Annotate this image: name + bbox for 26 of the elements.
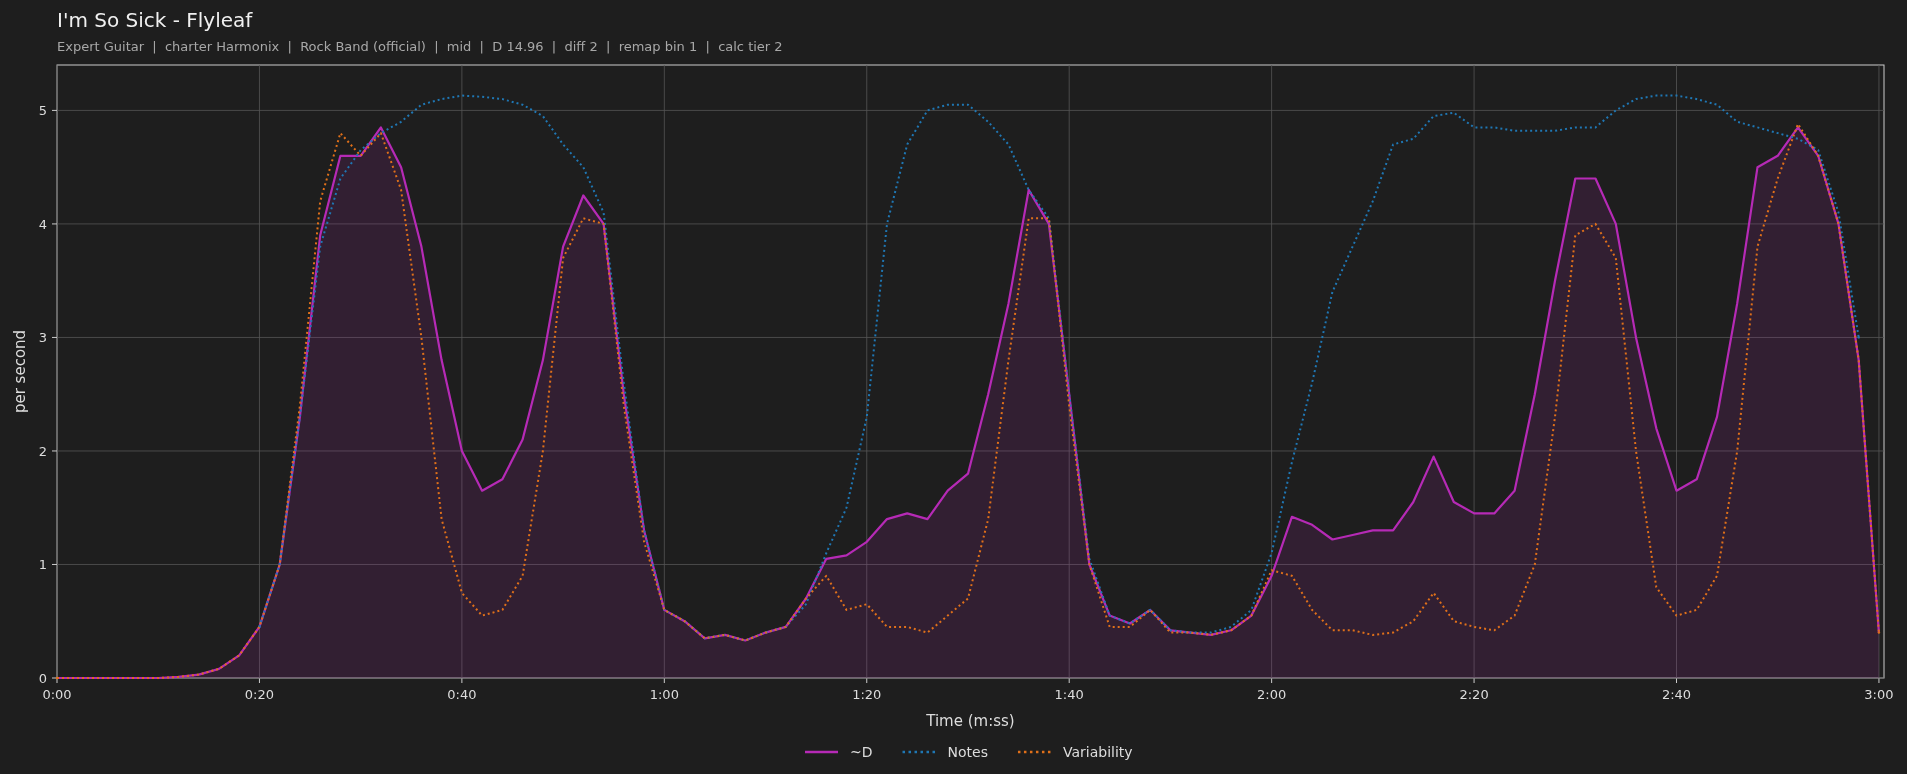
legend-swatch-icon — [902, 750, 936, 754]
x-tick-label: 0:00 — [42, 687, 72, 702]
x-tick-label: 3:00 — [1864, 687, 1894, 702]
legend-label: Variability — [1062, 744, 1133, 760]
legend-label: ~D — [850, 744, 873, 760]
y-tick-label: 2 — [38, 443, 47, 459]
y-tick-label: 5 — [38, 103, 47, 119]
x-tick-label: 2:00 — [1257, 687, 1287, 702]
x-tick-label: 1:20 — [852, 687, 882, 702]
y-tick-label: 0 — [38, 671, 47, 686]
x-tick-label: 0:40 — [447, 687, 477, 702]
y-tick-label: 3 — [38, 330, 47, 346]
y-tick-label: 4 — [38, 216, 47, 232]
y-axis-label: per second — [11, 329, 29, 414]
x-tick-label: 1:00 — [649, 687, 679, 702]
x-tick-label: 2:20 — [1459, 687, 1489, 702]
chart-subtitle: Expert Guitar | charter Harmonix | Rock Band (official) | mid | D 14.96 | diff 2 | remap bin 1 | calc tier 2 — [57, 39, 783, 54]
x-axis-label: Time (m:ss) — [926, 712, 1015, 730]
y-tick-label: 1 — [38, 557, 47, 573]
x-tick-label: 1:40 — [1054, 687, 1084, 702]
legend-swatch-icon — [1017, 750, 1051, 754]
x-tick-label: 2:40 — [1661, 687, 1692, 702]
legend-label: Notes — [947, 744, 988, 760]
legend-swatch-icon — [805, 750, 838, 754]
chart-title: I'm So Sick - Flyleaf — [57, 8, 253, 32]
x-tick-label: 0:20 — [244, 687, 275, 702]
